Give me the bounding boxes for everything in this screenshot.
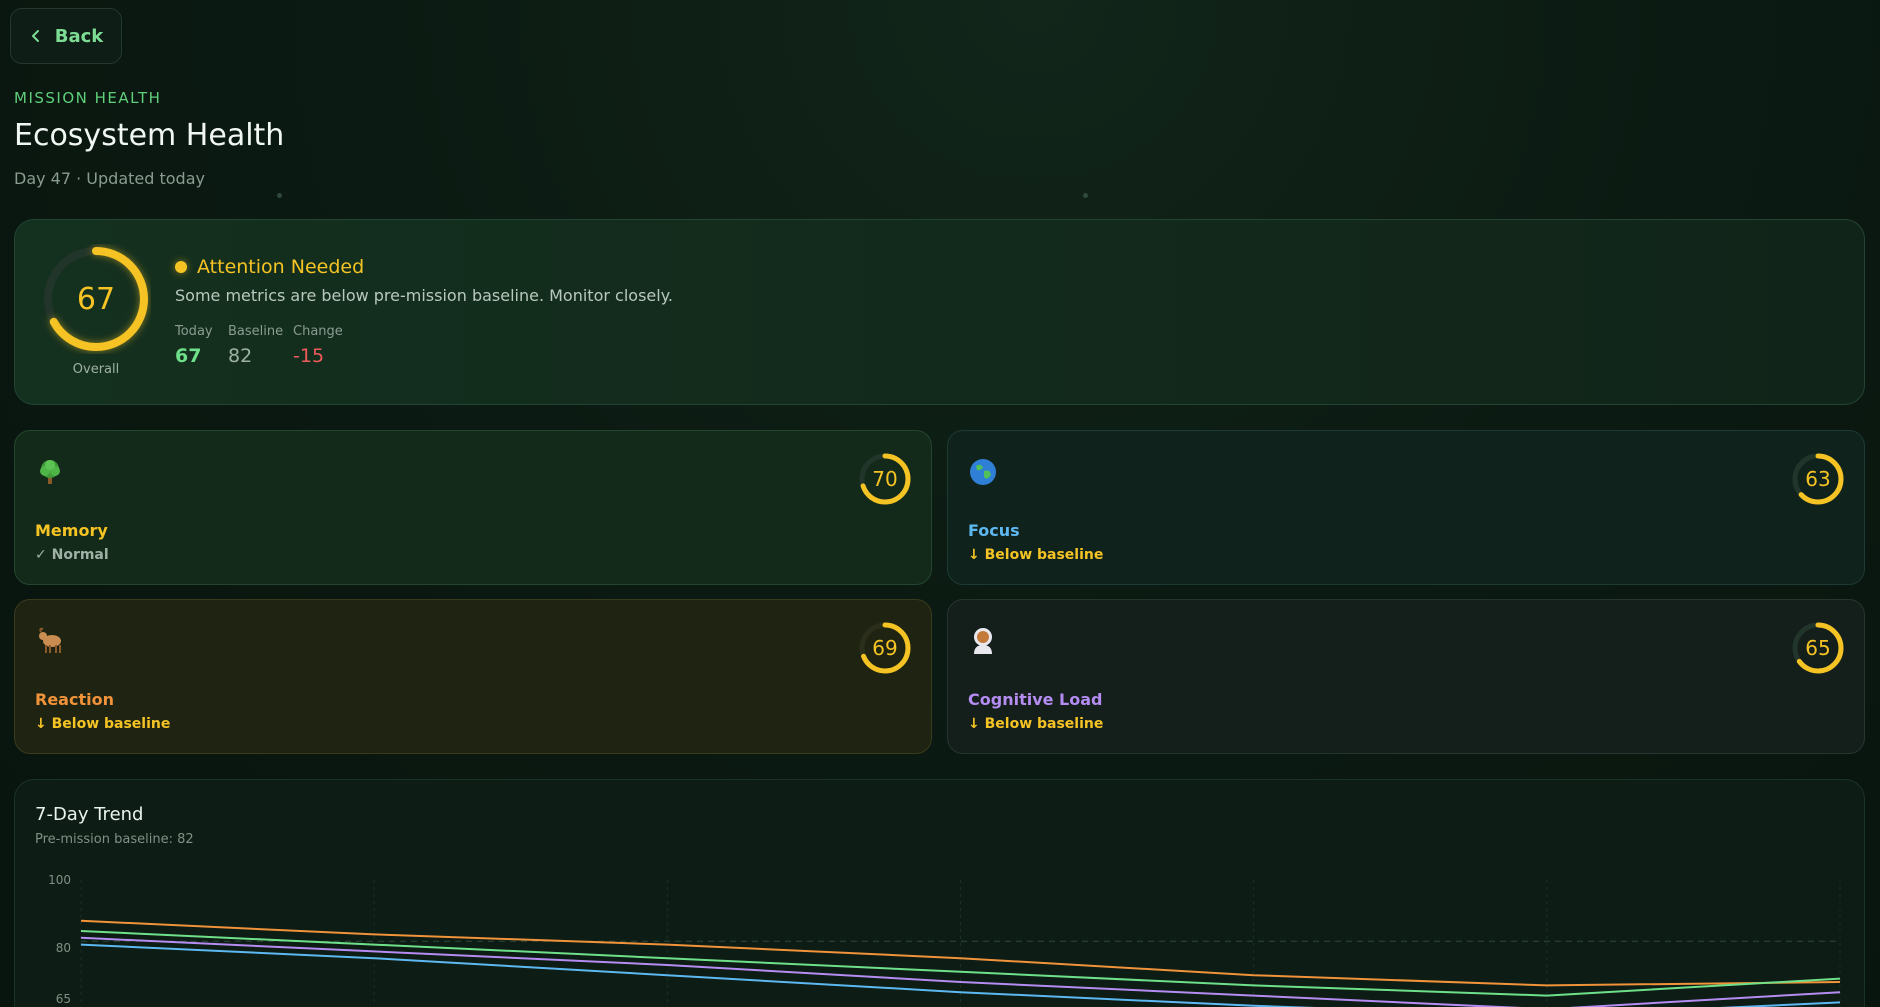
stat-baseline-label: Baseline xyxy=(228,324,284,339)
metric-card-focus[interactable]: Focus ↓ Below baseline 63 xyxy=(947,430,1865,585)
astronaut-icon xyxy=(974,628,992,654)
globe-icon xyxy=(970,459,996,485)
stat-today: Today 67 xyxy=(175,324,213,367)
metric-name: Focus xyxy=(968,521,1020,540)
status-description: Some metrics are below pre-mission basel… xyxy=(175,286,673,305)
stat-today-label: Today xyxy=(175,324,213,339)
y-tick-label: 100 xyxy=(48,873,71,887)
trend-series-line-3 xyxy=(80,943,1841,1007)
status-indicator-dot xyxy=(175,261,187,273)
back-button[interactable]: Back xyxy=(10,8,122,64)
overall-score-value: 67 xyxy=(76,281,116,317)
stat-baseline: Baseline 82 xyxy=(228,324,283,367)
page-title: Ecosystem Health xyxy=(14,118,285,153)
goat-icon xyxy=(39,627,61,653)
stat-change-value: -15 xyxy=(293,345,325,367)
chevron-left-icon xyxy=(31,30,39,42)
metric-card-reaction[interactable]: Reaction ↓ Below baseline 69 xyxy=(14,599,932,754)
stat-baseline-value: 82 xyxy=(228,345,253,367)
metric-status: ↓ Below baseline xyxy=(968,716,1104,732)
metric-status: ↓ Below baseline xyxy=(968,547,1104,563)
back-label: Back xyxy=(54,25,104,47)
page-subtitle: Day 47 · Updated today xyxy=(14,169,205,188)
stat-change: Change -15 xyxy=(293,324,343,367)
stat-change-label: Change xyxy=(293,324,343,339)
metric-score-value: 65 xyxy=(1805,636,1831,660)
metric-name: Memory xyxy=(35,521,108,540)
metric-card-cognitive-load[interactable]: Cognitive Load ↓ Below baseline 65 xyxy=(947,599,1865,754)
metric-score-value: 70 xyxy=(872,467,898,491)
overall-caption: Overall xyxy=(72,362,120,377)
section-eyebrow: MISSION HEALTH xyxy=(14,89,162,107)
metric-card-memory[interactable]: Memory ✓ Normal 70 xyxy=(14,430,932,585)
trend-card: 7-Day Trend Pre-mission baseline: 82 100… xyxy=(14,779,1865,1007)
y-tick-label: 65 xyxy=(56,992,71,1006)
y-tick-label: 80 xyxy=(56,941,71,955)
stat-today-value: 67 xyxy=(175,345,202,367)
metric-status: ✓ Normal xyxy=(35,547,109,563)
metric-score-value: 63 xyxy=(1805,467,1831,491)
overall-health-card: 67 Overall Attention Needed Some metrics… xyxy=(14,219,1865,405)
trend-chart: 100 80 65 xyxy=(48,873,1841,1007)
metric-score-value: 69 xyxy=(872,636,898,660)
metric-status: ↓ Below baseline xyxy=(35,716,171,732)
metric-name: Cognitive Load xyxy=(968,690,1103,709)
status-title: Attention Needed xyxy=(197,256,365,278)
tree-icon xyxy=(40,460,60,484)
metric-name: Reaction xyxy=(35,690,114,709)
